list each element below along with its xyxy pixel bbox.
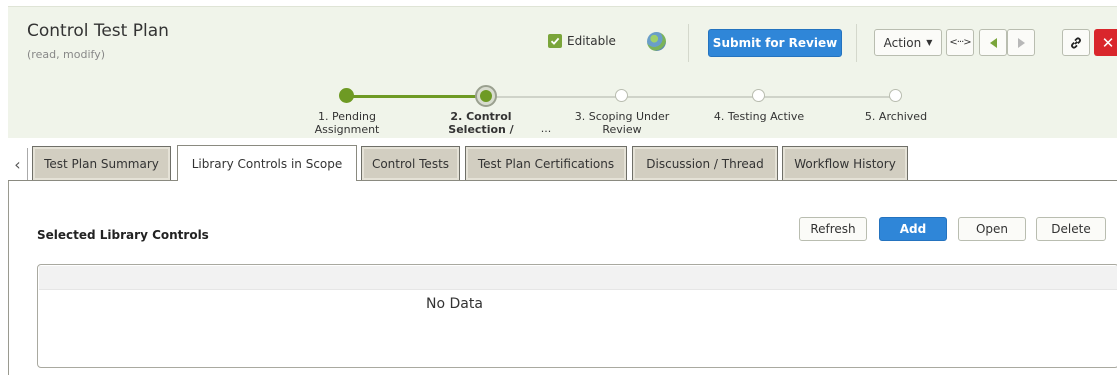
header-divider [688,24,689,62]
header-divider [856,24,857,62]
next-record-button[interactable] [1007,29,1035,56]
editable-label: Editable [567,34,616,48]
delete-button[interactable]: Delete [1036,217,1106,241]
previous-record-button[interactable] [979,29,1007,56]
step-dot-5 [889,89,902,102]
expand-icon-glyph: <···> [949,37,971,48]
step-label-2-more: ... [540,122,552,135]
close-icon: ✕ [1101,33,1115,52]
submit-for-review-button[interactable]: Submit for Review [708,29,842,57]
add-button[interactable]: Add [879,217,947,241]
close-button[interactable]: ✕ [1094,29,1117,56]
open-button[interactable]: Open [958,217,1026,241]
caret-down-icon: ▼ [926,38,933,47]
step-label-1: 1. Pending Assignment [314,110,380,136]
step-dot-1 [339,88,354,103]
action-menu-button[interactable]: Action ▼ [874,29,942,56]
step-label-4: 4. Testing Active [713,110,805,123]
chevron-left-icon: ‹ [14,154,21,174]
tab-library-controls-in-scope[interactable]: Library Controls in Scope [177,145,357,181]
record-header: Control Test Plan (read, modify) Editabl… [8,6,1117,138]
copy-link-button[interactable] [1062,29,1090,56]
empty-grid-message: No Data [426,296,483,312]
tabs-scroll-left-button[interactable]: ‹ [8,148,28,180]
tab-control-tests[interactable]: Control Tests [361,146,460,180]
permissions-text: (read, modify) [27,48,106,61]
next-icon [1017,37,1025,48]
tabs-baseline [8,180,1117,181]
progress-track-pending [486,96,898,98]
step-label-3: 3. Scoping Under Review [574,110,670,136]
globe-icon[interactable] [647,32,666,51]
expand-icon[interactable]: <···> [946,29,974,56]
editable-toggle[interactable]: Editable [548,34,616,48]
progress-track-complete [346,95,486,98]
content-border [8,181,9,375]
library-controls-grid[interactable]: No Data [37,264,1117,368]
previous-icon [989,37,997,48]
tab-workflow-history[interactable]: Workflow History [782,146,908,180]
link-icon [1071,37,1081,48]
step-label-5: 5. Archived [864,110,928,123]
checkbox-checked-icon[interactable] [548,34,562,48]
refresh-button[interactable]: Refresh [799,217,867,241]
step-dot-4 [752,89,765,102]
grid-header-row [39,266,1117,290]
tab-discussion-thread[interactable]: Discussion / Thread [632,146,778,180]
tab-test-plan-certifications[interactable]: Test Plan Certifications [465,146,627,180]
step-dot-3 [615,89,628,102]
step-label-2: 2. Control Selection / [448,110,514,136]
tab-test-plan-summary[interactable]: Test Plan Summary [32,146,171,180]
step-dot-2-current [475,85,497,107]
section-title: Selected Library Controls [37,228,209,242]
page-title: Control Test Plan [27,21,169,41]
action-label: Action [883,35,922,50]
